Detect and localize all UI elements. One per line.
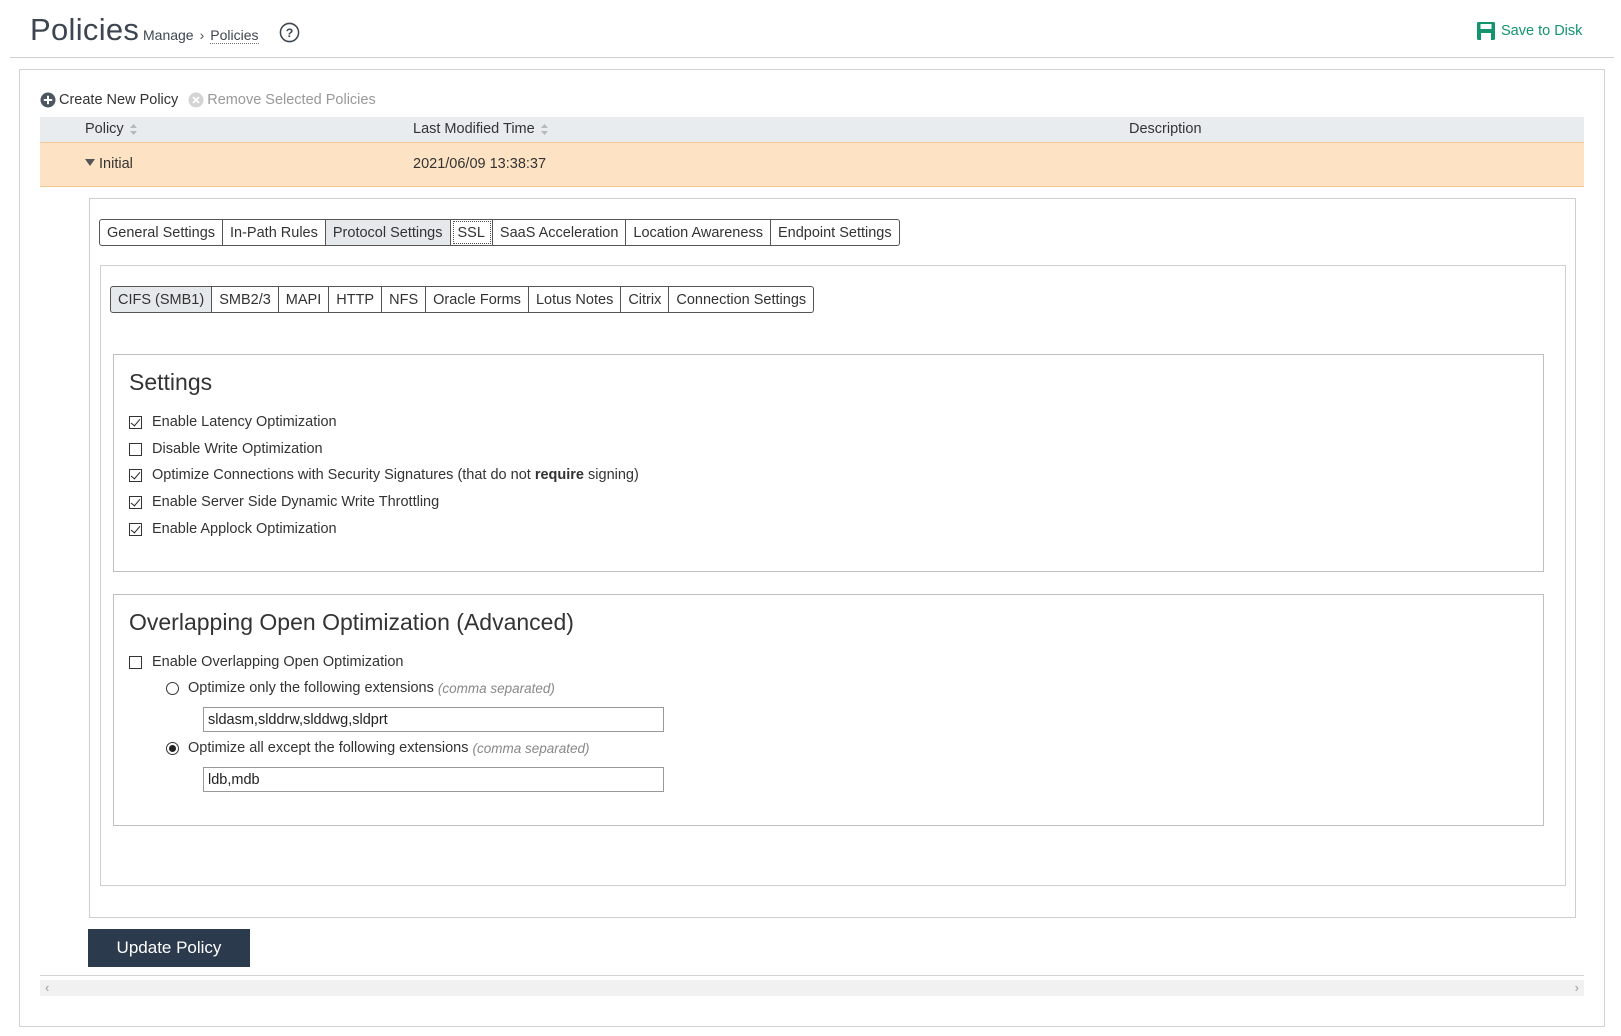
policy-name: Initial bbox=[99, 156, 133, 172]
option-server-side-write-throttling[interactable]: Enable Server Side Dynamic Write Throttl… bbox=[129, 494, 439, 510]
tab-smb2-3[interactable]: SMB2/3 bbox=[212, 286, 279, 313]
hint-text: (comma separated) bbox=[472, 740, 590, 756]
table-row[interactable]: Initial 2021/06/09 13:38:37 bbox=[40, 142, 1584, 187]
option-label: Optimize Connections with Security Signa… bbox=[152, 467, 639, 483]
radio-button[interactable] bbox=[166, 681, 179, 695]
tab-mapi[interactable]: MAPI bbox=[278, 286, 330, 313]
option-enable-overlapping-open[interactable]: Enable Overlapping Open Optimization bbox=[129, 654, 403, 670]
radio-optimize-except[interactable]: Optimize all except the following extens… bbox=[166, 740, 590, 756]
breadcrumb: Manage › Policies bbox=[143, 27, 259, 44]
save-to-disk-button[interactable]: Save to Disk bbox=[1476, 21, 1582, 41]
settings-section: Settings Enable Latency Optimization Dis… bbox=[113, 354, 1544, 572]
remove-circle-icon bbox=[188, 92, 204, 108]
option-label: Enable Overlapping Open Optimization bbox=[152, 654, 404, 670]
create-new-policy-label: Create New Policy bbox=[59, 92, 179, 108]
radio-optimize-only[interactable]: Optimize only the following extensions (… bbox=[166, 680, 555, 696]
checkbox[interactable] bbox=[129, 415, 142, 429]
settings-title: Settings bbox=[129, 369, 213, 395]
only-extensions-input[interactable] bbox=[203, 707, 664, 732]
tab-nfs[interactable]: NFS bbox=[382, 286, 427, 313]
radio-button[interactable] bbox=[166, 741, 179, 755]
column-header-last-modified[interactable]: Last Modified Time bbox=[413, 121, 548, 137]
option-optimize-security-signatures[interactable]: Optimize Connections with Security Signa… bbox=[129, 467, 639, 483]
policy-name-cell[interactable]: Initial bbox=[85, 156, 133, 172]
tab-location-awareness[interactable]: Location Awareness bbox=[626, 219, 771, 246]
checkbox[interactable] bbox=[129, 655, 142, 669]
tab-connection-settings[interactable]: Connection Settings bbox=[669, 286, 815, 313]
option-label: Enable Latency Optimization bbox=[152, 414, 337, 430]
help-icon[interactable]: ? bbox=[279, 22, 300, 43]
overlapping-open-section: Overlapping Open Optimization (Advanced)… bbox=[113, 594, 1544, 826]
option-disable-write-optimization[interactable]: Disable Write Optimization bbox=[129, 441, 323, 457]
page-title: Policies bbox=[30, 12, 140, 47]
remove-selected-policies-button[interactable]: Remove Selected Policies bbox=[188, 92, 376, 108]
tab-citrix[interactable]: Citrix bbox=[621, 286, 670, 313]
option-label-pre: Optimize Connections with Security Signa… bbox=[152, 467, 535, 483]
scroll-left-icon[interactable]: ‹ bbox=[45, 980, 49, 996]
tab-general-settings[interactable]: General Settings bbox=[99, 219, 224, 246]
checkbox[interactable] bbox=[129, 442, 142, 456]
checkbox[interactable] bbox=[129, 495, 142, 509]
column-description-label: Description bbox=[1129, 121, 1202, 137]
main-tabs: General Settings In-Path Rules Protocol … bbox=[99, 219, 900, 246]
protocol-sub-tabs: CIFS (SMB1) SMB2/3 MAPI HTTP NFS Oracle … bbox=[110, 286, 815, 313]
tab-endpoint-settings[interactable]: Endpoint Settings bbox=[770, 219, 900, 246]
tab-lotus-notes[interactable]: Lotus Notes bbox=[528, 286, 622, 313]
column-header-policy[interactable]: Policy bbox=[85, 121, 137, 137]
overlapping-open-title: Overlapping Open Optimization (Advanced) bbox=[129, 609, 574, 635]
policy-table-header: Policy Last Modified Time Description bbox=[40, 117, 1584, 142]
svg-text:?: ? bbox=[286, 26, 294, 40]
tab-in-path-rules[interactable]: In-Path Rules bbox=[223, 219, 326, 246]
radio-label: Optimize only the following extensions bbox=[188, 680, 434, 696]
option-enable-latency-optimization[interactable]: Enable Latency Optimization bbox=[129, 414, 337, 430]
breadcrumb-manage[interactable]: Manage bbox=[143, 27, 194, 43]
checkbox[interactable] bbox=[129, 468, 142, 482]
tab-oracle-forms[interactable]: Oracle Forms bbox=[426, 286, 529, 313]
option-label: Enable Applock Optimization bbox=[152, 521, 337, 537]
tab-http[interactable]: HTTP bbox=[329, 286, 383, 313]
floppy-disk-icon bbox=[1477, 22, 1495, 40]
policy-modified-cell: 2021/06/09 13:38:37 bbox=[413, 156, 547, 172]
plus-circle-icon bbox=[40, 92, 56, 108]
tab-saas-acceleration[interactable]: SaaS Acceleration bbox=[492, 219, 627, 246]
option-applock-optimization[interactable]: Enable Applock Optimization bbox=[129, 521, 337, 537]
option-label: Enable Server Side Dynamic Write Throttl… bbox=[152, 494, 440, 510]
column-policy-label: Policy bbox=[85, 121, 124, 137]
create-new-policy-button[interactable]: Create New Policy bbox=[40, 92, 178, 108]
scroll-right-icon[interactable]: › bbox=[1575, 980, 1579, 996]
caret-down-icon bbox=[85, 159, 95, 166]
chevron-right-icon: › bbox=[199, 27, 205, 43]
policy-actions: Create New Policy Remove Selected Polici… bbox=[40, 92, 376, 108]
except-extensions-input[interactable] bbox=[203, 767, 664, 792]
hint-text: (comma separated) bbox=[437, 680, 555, 696]
sort-icon bbox=[540, 123, 548, 135]
radio-label: Optimize all except the following extens… bbox=[188, 740, 469, 756]
save-to-disk-label: Save to Disk bbox=[1501, 23, 1583, 39]
column-last-modified-label: Last Modified Time bbox=[413, 121, 535, 137]
checkbox[interactable] bbox=[129, 522, 142, 536]
horizontal-scrollbar[interactable]: ‹ › bbox=[40, 980, 1584, 996]
column-header-description: Description bbox=[1129, 121, 1202, 137]
divider bbox=[40, 975, 1584, 976]
option-label-bold: require bbox=[534, 467, 584, 483]
option-label: Disable Write Optimization bbox=[152, 441, 323, 457]
page-header: Policies Manage › Policies ? Save to Disk bbox=[10, 0, 1614, 58]
update-policy-button[interactable]: Update Policy bbox=[88, 929, 250, 967]
remove-selected-policies-label: Remove Selected Policies bbox=[207, 92, 376, 108]
sort-icon bbox=[129, 123, 137, 135]
tab-cifs-smb1[interactable]: CIFS (SMB1) bbox=[110, 286, 213, 313]
breadcrumb-policies[interactable]: Policies bbox=[210, 27, 259, 44]
option-label-post: signing) bbox=[584, 467, 639, 483]
tab-protocol-settings[interactable]: Protocol Settings bbox=[325, 219, 451, 246]
tab-ssl[interactable]: SSL bbox=[450, 219, 493, 246]
